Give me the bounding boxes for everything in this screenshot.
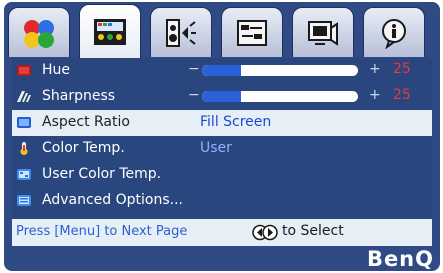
color-picture-icon	[24, 19, 54, 48]
sharpness-increase[interactable]: +	[369, 87, 381, 103]
select-hint: to Select	[282, 223, 344, 239]
sharpness-slider[interactable]	[202, 91, 358, 102]
user-color-temp-icon	[17, 169, 31, 180]
sharpness-slider-fill	[202, 91, 241, 102]
input-source-icon	[308, 20, 338, 46]
user-color-temp-label: User Color Temp.	[42, 166, 162, 182]
tab-setup[interactable]	[221, 7, 283, 57]
footer-hint-bar: Press [Menu] to Next Page to Select	[12, 219, 432, 246]
hue-decrease[interactable]: −	[188, 61, 200, 77]
color-temp-label: Color Temp.	[42, 140, 125, 156]
advanced-options-icon	[17, 195, 31, 206]
menu-item-advanced-options[interactable]: Advanced Options...	[12, 188, 432, 214]
advanced-options-label: Advanced Options...	[42, 192, 183, 208]
hue-slider[interactable]	[202, 65, 358, 76]
aspect-ratio-label: Aspect Ratio	[42, 114, 130, 130]
left-right-arrows-icon	[252, 224, 278, 241]
osd-menu: Hue − + 25 Sharpness − + 25 Aspect Ratio…	[4, 2, 440, 271]
thermometer-icon	[20, 142, 28, 155]
sharpness-label: Sharpness	[42, 88, 116, 104]
tab-display[interactable]	[79, 4, 141, 58]
menu-item-sharpness[interactable]: Sharpness − + 25	[12, 84, 432, 110]
color-temp-value[interactable]: User	[200, 140, 232, 156]
sharpness-icon	[17, 91, 31, 102]
next-page-hint: Press [Menu] to Next Page	[16, 224, 188, 239]
aspect-ratio-icon	[17, 117, 31, 128]
hue-slider-fill	[202, 65, 241, 76]
menu-item-hue[interactable]: Hue − + 25	[12, 58, 432, 84]
menu-item-color-temp[interactable]: Color Temp. User	[12, 136, 432, 162]
audio-settings-icon	[166, 18, 196, 47]
hue-icon	[17, 65, 31, 76]
display-settings-icon	[94, 18, 126, 45]
hue-label: Hue	[42, 62, 71, 78]
aspect-ratio-value[interactable]: Fill Screen	[200, 114, 271, 130]
sharpness-value: 25	[393, 87, 411, 103]
system-setup-icon	[237, 19, 267, 46]
menu-content: Hue − + 25 Sharpness − + 25 Aspect Ratio…	[12, 58, 432, 246]
tab-audio[interactable]	[150, 7, 212, 57]
menu-tab-bar	[4, 2, 440, 58]
hue-increase[interactable]: +	[369, 61, 381, 77]
information-icon	[382, 18, 406, 49]
menu-item-user-color-temp[interactable]: User Color Temp.	[12, 162, 432, 188]
tab-picture[interactable]	[8, 7, 70, 57]
tab-information[interactable]	[363, 7, 425, 57]
benq-logo: BenQ	[366, 247, 434, 271]
hue-value: 25	[393, 61, 411, 77]
sharpness-decrease[interactable]: −	[188, 87, 200, 103]
menu-item-aspect-ratio[interactable]: Aspect Ratio Fill Screen	[12, 110, 432, 136]
tab-source[interactable]	[292, 7, 354, 57]
